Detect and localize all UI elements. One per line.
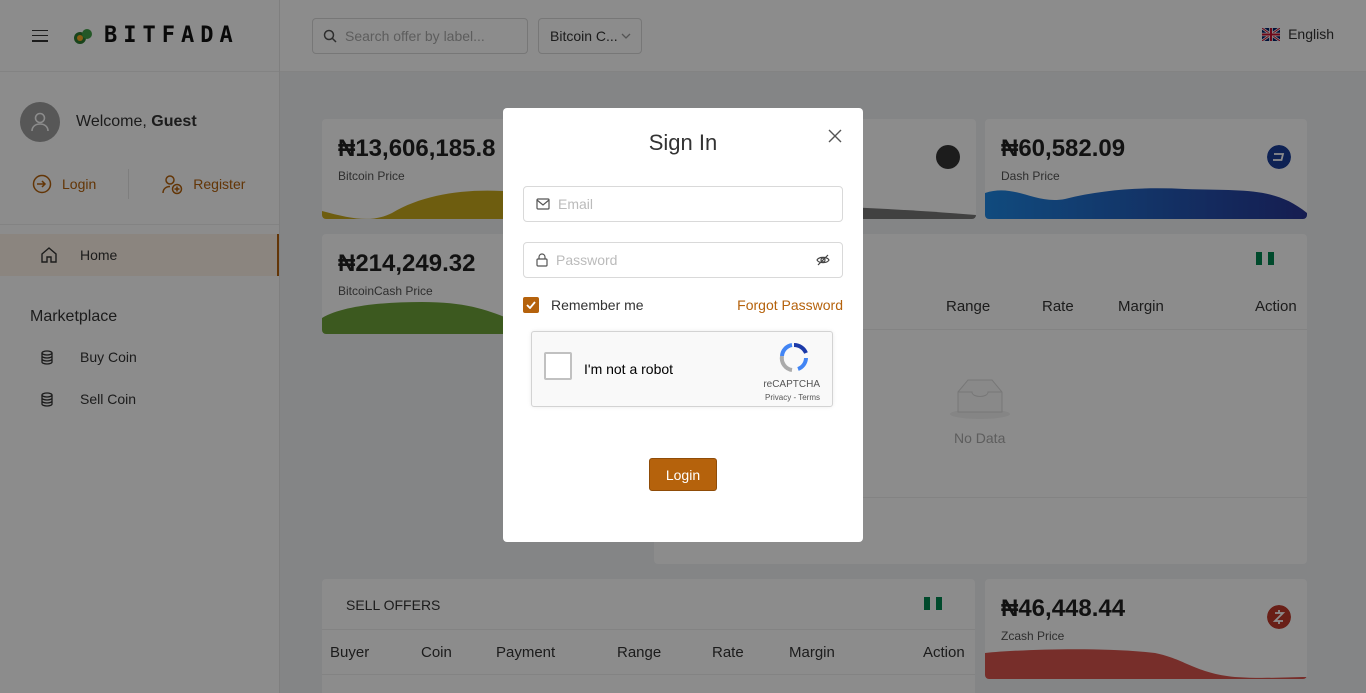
login-button[interactable]: Login <box>649 458 717 491</box>
remember-me-label: Remember me <box>551 297 644 313</box>
email-field[interactable]: Email <box>523 186 843 222</box>
close-icon[interactable] <box>827 128 843 144</box>
eye-invisible-icon[interactable] <box>816 254 830 266</box>
remember-me-checkbox[interactable] <box>523 297 539 313</box>
recaptcha-logo-icon <box>779 343 808 372</box>
lock-icon <box>536 253 548 267</box>
recaptcha-brand: reCAPTCHA <box>763 379 820 390</box>
email-placeholder: Email <box>558 196 594 212</box>
recaptcha-widget: I'm not a robot reCAPTCHA Privacy - Term… <box>531 331 833 407</box>
password-placeholder: Password <box>556 252 618 268</box>
recaptcha-links[interactable]: Privacy - Terms <box>765 393 820 402</box>
password-field[interactable]: Password <box>523 242 843 278</box>
forgot-password-link[interactable]: Forgot Password <box>737 297 843 313</box>
mail-icon <box>536 198 550 210</box>
checkmark-icon <box>526 301 536 309</box>
recaptcha-checkbox[interactable] <box>544 352 572 380</box>
modal-title: Sign In <box>648 130 718 155</box>
remember-me: Remember me <box>523 297 644 313</box>
recaptcha-label: I'm not a robot <box>584 361 674 377</box>
sign-in-modal: Sign In Email Password Remember me Forgo… <box>503 108 863 542</box>
